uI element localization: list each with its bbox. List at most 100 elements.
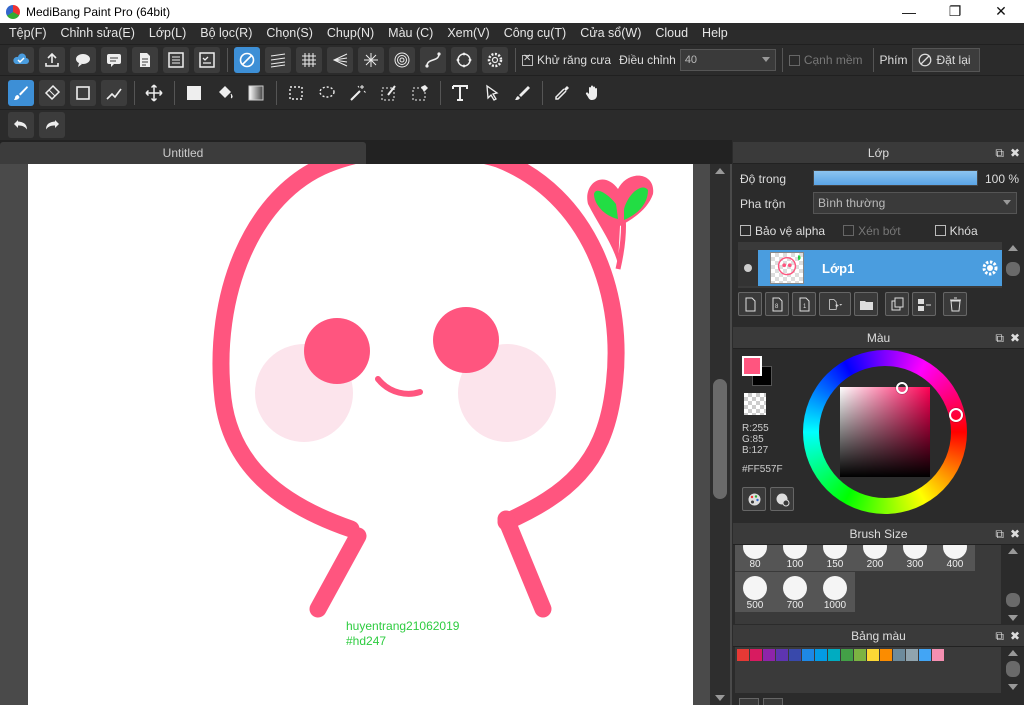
eraser-tool-button[interactable] — [39, 79, 65, 106]
undock-icon[interactable]: ⧉ — [995, 327, 1004, 349]
scroll-up-arrow-icon[interactable] — [1008, 650, 1018, 656]
lock-checkbox[interactable] — [934, 225, 946, 236]
scroll-down-arrow-icon[interactable] — [1008, 615, 1018, 621]
dot-tool-button[interactable] — [101, 79, 127, 106]
menu-filter[interactable]: Bộ lọc(R) — [193, 23, 259, 44]
palette-scrollbar[interactable] — [1004, 647, 1022, 693]
brush-size-cell[interactable]: 300 — [895, 545, 935, 571]
close-icon[interactable]: ✖ — [1010, 142, 1020, 164]
blur-tool-button[interactable] — [509, 80, 535, 106]
brush-size-cell[interactable]: 700 — [775, 572, 815, 612]
new-folder-button[interactable] — [854, 292, 878, 316]
saturation-value-square[interactable] — [840, 387, 930, 477]
brush-size-cell[interactable]: 200 — [855, 545, 895, 571]
scroll-up-arrow-icon[interactable] — [1008, 245, 1018, 251]
sv-picker-handle[interactable] — [896, 382, 908, 394]
palette-swatch[interactable] — [802, 649, 814, 661]
hand-tool-button[interactable] — [580, 80, 606, 106]
palette-swatch[interactable] — [776, 649, 788, 661]
lasso-tool-button[interactable] — [314, 80, 340, 106]
layer-visibility-toggle[interactable] — [738, 250, 758, 286]
transparent-color-swatch[interactable] — [744, 393, 766, 415]
move-tool-button[interactable] — [141, 80, 167, 106]
redo-button[interactable] — [39, 112, 65, 138]
brush-size-cell[interactable]: 100 — [775, 545, 815, 571]
minimize-button[interactable]: — — [886, 0, 932, 23]
new-layer-button[interactable] — [738, 292, 762, 316]
palette-swatch[interactable] — [737, 649, 749, 661]
layer-item[interactable]: Lớp1 — [738, 250, 1002, 286]
palette-swatch[interactable] — [763, 649, 775, 661]
undock-icon[interactable]: ⧉ — [995, 523, 1004, 545]
speech-bubble-button[interactable] — [70, 47, 96, 73]
palette-add-button[interactable] — [739, 698, 759, 705]
page-button[interactable] — [132, 47, 158, 73]
brush-size-cell[interactable]: 1000 — [815, 572, 855, 612]
no-snap-button[interactable] — [234, 47, 260, 73]
select-pen-tool-button[interactable] — [376, 80, 402, 106]
undock-icon[interactable]: ⧉ — [995, 142, 1004, 164]
menu-window[interactable]: Cửa sổ(W) — [573, 23, 648, 44]
delete-layer-button[interactable] — [943, 292, 967, 316]
palette-swatch[interactable] — [789, 649, 801, 661]
reset-button[interactable]: Đặt lại — [911, 48, 980, 72]
scroll-up-arrow-icon[interactable] — [715, 168, 725, 174]
menu-help[interactable]: Help — [695, 23, 735, 44]
merge-layer-button[interactable] — [912, 292, 936, 316]
grid-snap-button[interactable] — [296, 47, 322, 73]
checklist-button[interactable] — [194, 47, 220, 73]
menu-snap[interactable]: Chụp(N) — [320, 23, 381, 44]
operation-tool-button[interactable] — [478, 80, 504, 106]
palette-swatch[interactable] — [841, 649, 853, 661]
palette-swatch[interactable] — [880, 649, 892, 661]
opacity-slider[interactable] — [813, 170, 978, 186]
palette-swatch[interactable] — [828, 649, 840, 661]
brush-size-scrollbar[interactable] — [1004, 545, 1022, 624]
gradient-tool-button[interactable] — [243, 80, 269, 106]
parallel-snap-button[interactable] — [265, 47, 291, 73]
text-tool-button[interactable] — [447, 80, 473, 106]
bucket-tool-button[interactable] — [212, 80, 238, 106]
cloud-save-button[interactable] — [8, 47, 34, 73]
palette-swatch[interactable] — [815, 649, 827, 661]
page-list-button[interactable] — [163, 47, 189, 73]
ellipse-snap-button[interactable] — [451, 47, 477, 73]
menu-cloud[interactable]: Cloud — [648, 23, 695, 44]
brush-tool-button[interactable] — [8, 79, 34, 106]
new-1bit-layer-button[interactable]: 1 — [792, 292, 816, 316]
clipping-checkbox[interactable] — [843, 225, 855, 236]
drawing-canvas[interactable]: huyentrang21062019 #hd247 — [28, 164, 693, 705]
canvas-vertical-scrollbar[interactable] — [710, 164, 730, 705]
antialias-checkbox[interactable] — [522, 53, 533, 66]
palette-menu-button[interactable] — [763, 698, 783, 705]
shape-tool-button[interactable] — [70, 79, 96, 106]
brush-size-cell[interactable]: 80 — [735, 545, 775, 571]
soft-edge-checkbox[interactable] — [788, 54, 800, 66]
upload-button[interactable] — [39, 47, 65, 73]
menu-edit[interactable]: Chỉnh sửa(E) — [54, 23, 142, 44]
brush-size-cell[interactable]: 150 — [815, 545, 855, 571]
radial-snap-button[interactable] — [358, 47, 384, 73]
foreground-color-swatch[interactable] — [742, 356, 762, 376]
color-wheel[interactable] — [803, 350, 967, 514]
undo-button[interactable] — [8, 112, 34, 138]
brush-size-cell[interactable]: 400 — [935, 545, 975, 571]
maximize-button[interactable]: ❐ — [932, 0, 978, 23]
blend-mode-dropdown[interactable]: Bình thường — [813, 192, 1017, 214]
eyedropper-tool-button[interactable] — [549, 80, 575, 106]
comment-button[interactable] — [101, 47, 127, 73]
menu-select[interactable]: Chọn(S) — [259, 23, 320, 44]
fill-rect-tool-button[interactable] — [181, 80, 207, 106]
palette-swatch[interactable] — [919, 649, 931, 661]
select-eraser-tool-button[interactable] — [407, 80, 433, 106]
layer-list-scrollbar[interactable] — [1004, 242, 1022, 288]
duplicate-layer-button[interactable] — [885, 292, 909, 316]
snap-settings-button[interactable] — [482, 47, 508, 73]
menu-view[interactable]: Xem(V) — [440, 23, 496, 44]
color-palette-button[interactable] — [742, 487, 766, 511]
close-button[interactable]: ✕ — [978, 0, 1024, 23]
scroll-thumb[interactable] — [713, 379, 727, 499]
add-layer-menu-button[interactable] — [819, 292, 851, 316]
scroll-up-arrow-icon[interactable] — [1008, 548, 1018, 554]
menu-file[interactable]: Tệp(F) — [2, 23, 54, 44]
